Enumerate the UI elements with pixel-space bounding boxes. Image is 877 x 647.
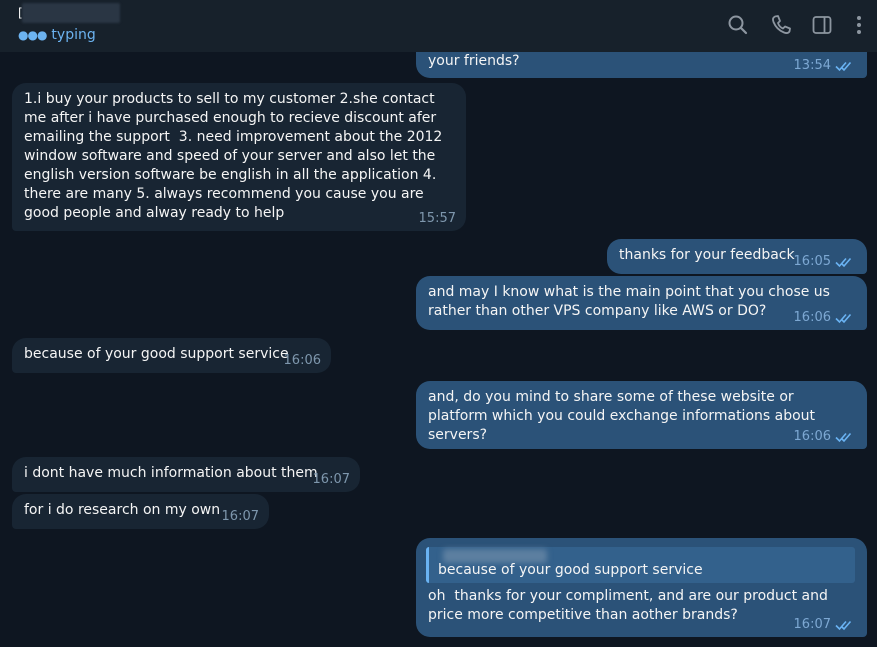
message-time: 16:07 [793, 617, 831, 632]
double-check-icon [835, 60, 857, 72]
message-text: your friends? [428, 53, 520, 69]
chat-status: ●●● typing [18, 26, 96, 44]
message-time: 16:07 [221, 509, 259, 524]
phone-icon[interactable] [768, 12, 794, 38]
chat-name[interactable]: [ [18, 6, 23, 20]
message-text: because of your good support service [24, 346, 289, 362]
double-check-icon [835, 619, 857, 631]
typing-dots-icon: ●●● [18, 28, 47, 42]
message-time: 16:07 [312, 472, 350, 487]
message-bubble-incoming[interactable]: for i do research on my own 16:07 [12, 494, 269, 529]
search-icon[interactable] [725, 12, 751, 38]
message-time: 16:05 [793, 254, 831, 269]
message-bubble-outgoing[interactable]: because of your good support service oh … [416, 538, 867, 637]
message-list[interactable]: your friends? 13:54 1.i buy your product… [0, 32, 877, 647]
chat-header: [ ●●● typing [0, 0, 877, 52]
message-text: and may I know what is the main point th… [428, 284, 835, 319]
message-time: 13:54 [793, 58, 831, 73]
reply-quote-text: because of your good support service [438, 562, 703, 578]
double-check-icon [835, 431, 857, 443]
message-meta: 15:57 [419, 211, 456, 227]
message-bubble-incoming[interactable]: because of your good support service 16:… [12, 338, 331, 373]
message-text: i dont have much information about them [24, 465, 318, 481]
message-time: 16:06 [793, 310, 831, 325]
reply-quote[interactable]: because of your good support service [426, 547, 855, 583]
message-time: 16:06 [283, 353, 321, 368]
message-meta: 16:06 [794, 310, 857, 326]
message-meta: 16:05 [794, 254, 857, 270]
double-check-icon [835, 256, 857, 268]
message-bubble-incoming[interactable]: 1.i buy your products to sell to my cust… [12, 83, 466, 231]
message-bubble-outgoing[interactable]: thanks for your feedback 16:05 [607, 239, 867, 274]
message-meta: 16:06 [284, 353, 321, 369]
message-text: 1.i buy your products to sell to my cust… [24, 91, 447, 221]
message-text: and, do you mind to share some of these … [428, 389, 820, 443]
message-bubble-outgoing[interactable]: and may I know what is the main point th… [416, 276, 867, 330]
message-meta: 13:54 [794, 58, 857, 74]
message-meta: 16:07 [313, 472, 350, 488]
double-check-icon [835, 312, 857, 324]
message-time: 15:57 [418, 211, 456, 226]
more-vertical-icon[interactable] [846, 12, 872, 38]
message-bubble-outgoing[interactable]: and, do you mind to share some of these … [416, 381, 867, 449]
message-bubble-incoming[interactable]: i dont have much information about them … [12, 457, 360, 492]
message-meta: 16:07 [222, 509, 259, 525]
chat-name-redacted [22, 3, 120, 23]
chat-status-text: typing [51, 27, 96, 43]
sidebar-toggle-icon[interactable] [809, 12, 835, 38]
message-time: 16:06 [793, 429, 831, 444]
message-meta: 16:06 [794, 429, 857, 445]
chat-window: [ ●●● typing your friends? 13:54 1.i buy… [0, 0, 877, 647]
message-text: oh thanks for your compliment, and are o… [428, 588, 833, 623]
message-meta: 16:07 [794, 617, 857, 633]
